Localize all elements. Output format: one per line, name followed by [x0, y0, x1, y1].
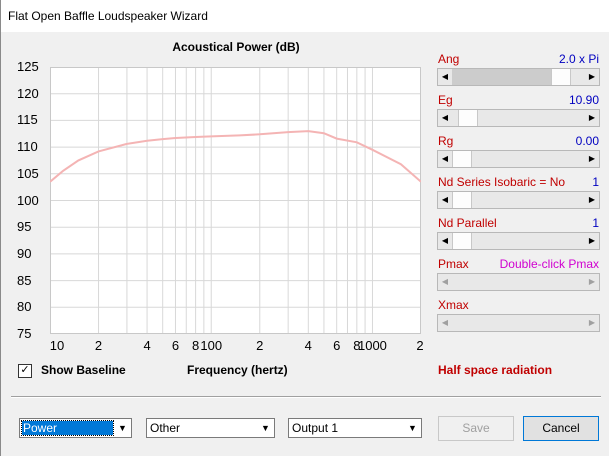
param-value: 0.00 [575, 134, 599, 148]
param-slider[interactable]: ◀ ▶ [437, 314, 600, 332]
arrow-right-icon[interactable]: ▶ [585, 274, 599, 290]
y-tick-label: 85 [17, 272, 32, 288]
slider-thumb[interactable] [452, 151, 472, 167]
other-select-value: Other [150, 421, 181, 435]
param-value: 1 [592, 216, 599, 230]
other-select[interactable]: Other ▼ [146, 418, 275, 438]
param-slider[interactable]: ◀ ▶ [437, 273, 600, 291]
wizard-window: Flat Open Baffle Loudspeaker Wizard Acou… [0, 0, 609, 456]
arrow-right-icon[interactable]: ▶ [585, 192, 599, 208]
chart-plot-area [49, 66, 422, 335]
x-tick-label: 2 [256, 338, 264, 353]
param-slider[interactable]: ◀ ▶ [437, 191, 600, 209]
x-tick-label: 4 [143, 338, 151, 353]
y-tick-label: 115 [17, 112, 38, 128]
param-slider[interactable]: ◀ ▶ [437, 150, 600, 168]
y-tick-label: 75 [17, 326, 32, 341]
y-tick-label: 95 [17, 219, 32, 235]
arrow-right-icon[interactable]: ▶ [585, 315, 599, 331]
cancel-button[interactable]: Cancel [523, 416, 599, 441]
x-tick-label: 100 [200, 338, 223, 353]
radiation-label: Half space radiation [438, 363, 553, 377]
param-label: Nd Parallel [438, 216, 497, 230]
param-slider[interactable]: ◀ ▶ [437, 109, 600, 127]
arrow-right-icon[interactable]: ▶ [585, 69, 599, 85]
y-tick-label: 110 [17, 139, 38, 155]
y-tick-label: 105 [17, 165, 39, 181]
param-label: Eg [438, 93, 453, 107]
x-tick-label: 2 [94, 338, 103, 353]
y-tick-label: 120 [17, 85, 39, 101]
x-axis-title: Frequency (hertz) [187, 363, 288, 377]
param-label: Nd Series Isobaric = No [438, 175, 566, 189]
param-slider[interactable]: ◀ ▶ [437, 68, 600, 86]
param-label: Xmax [438, 298, 469, 312]
param-value: 2.0 x Pi [558, 52, 599, 66]
power-select-value: Power [21, 420, 114, 436]
param-label: Ang [438, 52, 460, 66]
y-tick-label: 100 [17, 192, 39, 208]
y-tick-label: 125 [17, 59, 39, 74]
save-button[interactable]: Save [438, 416, 514, 441]
arrow-right-icon[interactable]: ▶ [585, 151, 599, 167]
output-select[interactable]: Output 1 ▼ [288, 418, 422, 438]
slider-track-fill [452, 69, 552, 85]
chevron-down-icon[interactable]: ▼ [115, 420, 130, 436]
y-tick-label: 80 [17, 299, 32, 315]
chart-title: Acoustical Power (dB) [172, 40, 300, 54]
y-tick-label: 90 [17, 245, 32, 261]
show-baseline-label[interactable]: Show Baseline [41, 363, 126, 377]
arrow-right-icon[interactable]: ▶ [585, 110, 599, 126]
arrow-right-icon[interactable]: ▶ [585, 233, 599, 249]
output-select-value: Output 1 [292, 421, 339, 435]
arrow-left-icon[interactable]: ◀ [438, 315, 452, 331]
param-value: 1 [592, 175, 599, 189]
arrow-left-icon[interactable]: ◀ [438, 274, 452, 290]
arrow-left-icon[interactable]: ◀ [438, 110, 452, 126]
chart-svg [49, 66, 422, 335]
arrow-left-icon[interactable]: ◀ [438, 192, 452, 208]
x-tick-label: 2 [416, 338, 424, 353]
chevron-down-icon[interactable]: ▼ [405, 420, 420, 436]
arrow-left-icon[interactable]: ◀ [438, 233, 452, 249]
window-title: Flat Open Baffle Loudspeaker Wizard [8, 9, 208, 23]
chevron-down-icon[interactable]: ▼ [258, 420, 273, 436]
show-baseline-checkbox[interactable]: ✓ [18, 364, 32, 378]
slider-thumb[interactable] [452, 233, 472, 249]
arrow-left-icon[interactable]: ◀ [438, 69, 452, 85]
arrow-left-icon[interactable]: ◀ [438, 151, 452, 167]
param-slider[interactable]: ◀ ▶ [437, 232, 600, 250]
slider-thumb[interactable] [452, 192, 472, 208]
x-tick-label: 4 [304, 338, 312, 353]
slider-thumb[interactable] [457, 110, 478, 126]
x-tick-label: 1000 [357, 338, 387, 353]
param-value: 10.90 [568, 93, 599, 107]
param-label: Rg [438, 134, 454, 148]
slider-thumb[interactable] [551, 69, 572, 85]
param-label: Pmax [438, 257, 469, 271]
title-bar: Flat Open Baffle Loudspeaker Wizard [1, 0, 609, 32]
param-value[interactable]: Double-click Pmax [500, 257, 599, 271]
x-tick-label: 10 [49, 338, 65, 353]
separator [11, 396, 601, 398]
power-select[interactable]: Power ▼ [19, 418, 132, 438]
